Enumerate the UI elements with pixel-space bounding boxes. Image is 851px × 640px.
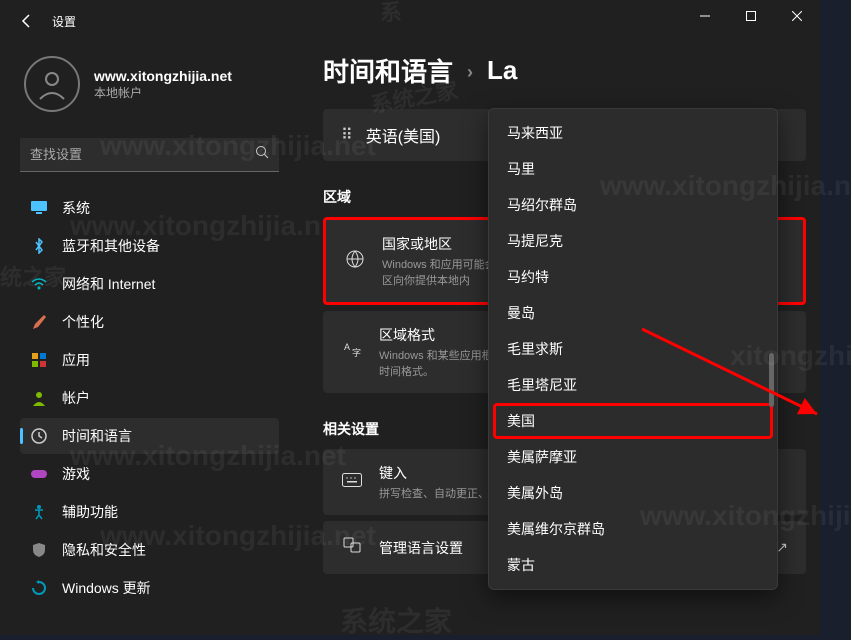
user-name: www.xitongzhijia.net [94,68,232,84]
nav-item-apps[interactable]: 应用 [20,342,279,378]
maximize-button[interactable] [728,0,774,32]
window-title: 设置 [52,13,76,30]
breadcrumb: 时间和语言 › La [323,52,806,89]
nav-item-timelang[interactable]: 时间和语言 [20,418,279,454]
user-info[interactable]: www.xitongzhijia.net 本地帐户 [20,42,279,134]
nav-item-accounts[interactable]: 帐户 [20,380,279,416]
avatar [24,56,80,112]
nav-item-privacy[interactable]: 隐私和安全性 [20,532,279,568]
game-icon [30,465,48,483]
language-label: 英语(美国) [366,123,441,147]
sidebar: www.xitongzhijia.net 本地帐户 系统蓝牙和其他设备网络和 I… [0,42,295,635]
wifi-icon [30,275,48,293]
nav-label: 游戏 [62,464,90,484]
monitor-icon [30,199,48,217]
settings-window: 设置 www.xitongzhijia.net 本地帐户 系统蓝牙和其他设备 [0,0,820,635]
search-box[interactable] [20,138,279,172]
nav-item-accessibility[interactable]: 辅助功能 [20,494,279,530]
nav-item-bluetooth[interactable]: 蓝牙和其他设备 [20,228,279,264]
chevron-right-icon: › [467,62,473,83]
minimize-button[interactable] [682,0,728,32]
search-input[interactable] [30,147,255,162]
shield-icon [30,541,48,559]
nav-label: 蓝牙和其他设备 [62,236,160,256]
apps-icon [30,351,48,369]
window-controls [682,0,820,32]
dropdown-item[interactable]: 马来西亚 [493,115,773,151]
nav-item-personalize[interactable]: 个性化 [20,304,279,340]
dropdown-item[interactable]: 蒙古 [493,547,773,583]
nav-item-network[interactable]: 网络和 Internet [20,266,279,302]
nav-item-update[interactable]: Windows 更新 [20,570,279,606]
user-sub: 本地帐户 [94,84,232,101]
titlebar: 设置 [0,0,820,42]
card-title: 管理语言设置 [379,538,463,558]
breadcrumb-root[interactable]: 时间和语言 [323,52,453,89]
keyboard-icon [341,473,363,492]
dropdown-item[interactable]: 马提尼克 [493,223,773,259]
dropdown-item[interactable]: 美属外岛 [493,475,773,511]
nav-label: 网络和 Internet [62,274,155,294]
dropdown-item[interactable]: 马约特 [493,259,773,295]
nav-label: 隐私和安全性 [62,540,146,560]
clock-icon [30,427,48,445]
bt-icon [30,237,48,255]
nav-item-gaming[interactable]: 游戏 [20,456,279,492]
dropdown-item[interactable]: 美属萨摩亚 [493,439,773,475]
nav-label: 帐户 [62,388,90,408]
access-icon [30,503,48,521]
nav-label: 辅助功能 [62,502,118,522]
breadcrumb-sub: La [487,55,517,86]
nav-label: 时间和语言 [62,426,132,446]
brush-icon [30,313,48,331]
grip-icon[interactable]: ⠿ [341,125,350,145]
annotation-arrow [637,324,820,434]
nav-label: 个性化 [62,312,104,332]
globe-icon [344,249,366,274]
dropdown-item[interactable]: 马绍尔群岛 [493,187,773,223]
format-icon: A字 [341,340,363,365]
dropdown-item[interactable]: 马里 [493,151,773,187]
nav-item-system[interactable]: 系统 [20,190,279,226]
external-link-icon: ↗ [776,539,788,556]
main-content: 时间和语言 › La ⠿ 英语(美国) 区域 国家或地区 Windows 和应用… [295,42,820,635]
svg-text:字: 字 [352,347,361,358]
admin-lang-icon [341,535,363,560]
nav-list: 系统蓝牙和其他设备网络和 Internet 个性化应用帐户时间和语言游戏辅助功能隐… [20,190,279,606]
nav-label: 系统 [62,198,90,218]
nav-label: Windows 更新 [62,578,151,598]
person-icon [30,389,48,407]
close-button[interactable] [774,0,820,32]
nav-label: 应用 [62,350,90,370]
back-button[interactable] [8,2,46,40]
search-icon [255,145,269,164]
svg-text:A: A [344,342,350,352]
update-icon [30,579,48,597]
dropdown-item[interactable]: 美属维尔京群岛 [493,511,773,547]
